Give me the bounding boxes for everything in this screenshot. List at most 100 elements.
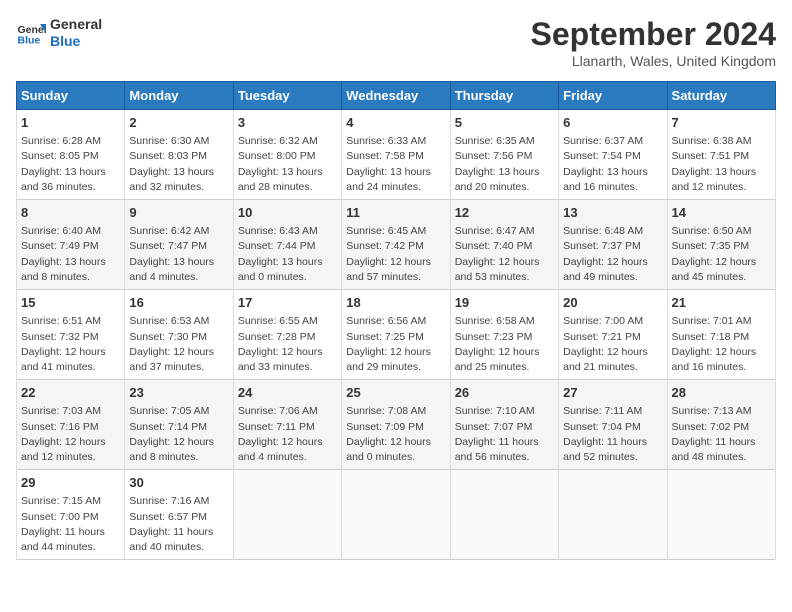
week-row-5: 29 Sunrise: 7:15 AMSunset: 7:00 PMDayligh…: [17, 470, 776, 560]
day-number: 15: [21, 294, 120, 312]
logo-line2: Blue: [50, 33, 102, 50]
day-info: Sunrise: 6:51 AMSunset: 7:32 PMDaylight:…: [21, 314, 120, 375]
logo-line1: General: [50, 16, 102, 33]
day-cell: [342, 470, 450, 560]
page-header: General Blue General Blue September 2024…: [16, 16, 776, 69]
day-cell: 12 Sunrise: 6:47 AMSunset: 7:40 PMDayligh…: [450, 200, 558, 290]
day-cell: 9 Sunrise: 6:42 AMSunset: 7:47 PMDaylight…: [125, 200, 233, 290]
day-cell: [233, 470, 341, 560]
day-info: Sunrise: 7:11 AMSunset: 7:04 PMDaylight:…: [563, 404, 662, 465]
header-tuesday: Tuesday: [233, 82, 341, 110]
header-friday: Friday: [559, 82, 667, 110]
day-info: Sunrise: 6:32 AMSunset: 8:00 PMDaylight:…: [238, 134, 337, 195]
day-cell: 23 Sunrise: 7:05 AMSunset: 7:14 PMDayligh…: [125, 380, 233, 470]
day-cell: 27 Sunrise: 7:11 AMSunset: 7:04 PMDayligh…: [559, 380, 667, 470]
day-cell: 28 Sunrise: 7:13 AMSunset: 7:02 PMDayligh…: [667, 380, 775, 470]
day-number: 6: [563, 114, 662, 132]
week-row-4: 22 Sunrise: 7:03 AMSunset: 7:16 PMDayligh…: [17, 380, 776, 470]
day-number: 17: [238, 294, 337, 312]
day-info: Sunrise: 7:15 AMSunset: 7:00 PMDaylight:…: [21, 494, 120, 555]
day-cell: [667, 470, 775, 560]
day-cell: 1Sunrise: 6:28 AMSunset: 8:05 PMDaylight…: [17, 110, 125, 200]
day-number: 10: [238, 204, 337, 222]
day-info: Sunrise: 6:47 AMSunset: 7:40 PMDaylight:…: [455, 224, 554, 285]
day-info: Sunrise: 7:03 AMSunset: 7:16 PMDaylight:…: [21, 404, 120, 465]
day-info: Sunrise: 6:30 AMSunset: 8:03 PMDaylight:…: [129, 134, 228, 195]
header-row: SundayMondayTuesdayWednesdayThursdayFrid…: [17, 82, 776, 110]
day-cell: 3 Sunrise: 6:32 AMSunset: 8:00 PMDaylight…: [233, 110, 341, 200]
day-number: 18: [346, 294, 445, 312]
day-cell: 16Sunrise: 6:53 AMSunset: 7:30 PMDayligh…: [125, 290, 233, 380]
calendar-table: SundayMondayTuesdayWednesdayThursdayFrid…: [16, 81, 776, 560]
day-cell: 30 Sunrise: 7:16 AMSunset: 6:57 PMDayligh…: [125, 470, 233, 560]
day-number: 24: [238, 384, 337, 402]
day-number: 8: [21, 204, 120, 222]
day-number: 29: [21, 474, 120, 492]
day-cell: 21Sunrise: 7:01 AMSunset: 7:18 PMDayligh…: [667, 290, 775, 380]
day-cell: 24Sunrise: 7:06 AMSunset: 7:11 PMDayligh…: [233, 380, 341, 470]
day-cell: 14 Sunrise: 6:50 AMSunset: 7:35 PMDayligh…: [667, 200, 775, 290]
day-number: 23: [129, 384, 228, 402]
day-number: 22: [21, 384, 120, 402]
day-number: 7: [672, 114, 771, 132]
day-number: 9: [129, 204, 228, 222]
week-row-3: 15 Sunrise: 6:51 AMSunset: 7:32 PMDayligh…: [17, 290, 776, 380]
header-sunday: Sunday: [17, 82, 125, 110]
day-cell: 7Sunrise: 6:38 AMSunset: 7:51 PMDaylight…: [667, 110, 775, 200]
day-number: 30: [129, 474, 228, 492]
logo-icon: General Blue: [16, 18, 46, 48]
day-number: 28: [672, 384, 771, 402]
day-number: 3: [238, 114, 337, 132]
day-cell: 5 Sunrise: 6:35 AMSunset: 7:56 PMDaylight…: [450, 110, 558, 200]
logo: General Blue General Blue: [16, 16, 102, 50]
day-info: Sunrise: 6:50 AMSunset: 7:35 PMDaylight:…: [672, 224, 771, 285]
header-monday: Monday: [125, 82, 233, 110]
day-cell: 25Sunrise: 7:08 AMSunset: 7:09 PMDayligh…: [342, 380, 450, 470]
day-info: Sunrise: 6:40 AMSunset: 7:49 PMDaylight:…: [21, 224, 120, 285]
day-cell: 13 Sunrise: 6:48 AMSunset: 7:37 PMDayligh…: [559, 200, 667, 290]
day-info: Sunrise: 7:08 AMSunset: 7:09 PMDaylight:…: [346, 404, 445, 465]
day-info: Sunrise: 6:42 AMSunset: 7:47 PMDaylight:…: [129, 224, 228, 285]
day-info: Sunrise: 6:48 AMSunset: 7:37 PMDaylight:…: [563, 224, 662, 285]
day-number: 20: [563, 294, 662, 312]
day-number: 27: [563, 384, 662, 402]
week-row-2: 8 Sunrise: 6:40 AMSunset: 7:49 PMDaylight…: [17, 200, 776, 290]
day-cell: [450, 470, 558, 560]
day-cell: 15 Sunrise: 6:51 AMSunset: 7:32 PMDayligh…: [17, 290, 125, 380]
day-number: 11: [346, 204, 445, 222]
day-cell: 29 Sunrise: 7:15 AMSunset: 7:00 PMDayligh…: [17, 470, 125, 560]
day-info: Sunrise: 7:13 AMSunset: 7:02 PMDaylight:…: [672, 404, 771, 465]
day-info: Sunrise: 6:56 AMSunset: 7:25 PMDaylight:…: [346, 314, 445, 375]
day-info: Sunrise: 6:53 AMSunset: 7:30 PMDaylight:…: [129, 314, 228, 375]
header-wednesday: Wednesday: [342, 82, 450, 110]
day-number: 5: [455, 114, 554, 132]
day-number: 12: [455, 204, 554, 222]
day-info: Sunrise: 6:55 AMSunset: 7:28 PMDaylight:…: [238, 314, 337, 375]
day-cell: 10 Sunrise: 6:43 AMSunset: 7:44 PMDayligh…: [233, 200, 341, 290]
day-cell: 22 Sunrise: 7:03 AMSunset: 7:16 PMDayligh…: [17, 380, 125, 470]
day-number: 4: [346, 114, 445, 132]
svg-text:Blue: Blue: [18, 34, 41, 46]
day-info: Sunrise: 6:58 AMSunset: 7:23 PMDaylight:…: [455, 314, 554, 375]
day-cell: 18 Sunrise: 6:56 AMSunset: 7:25 PMDayligh…: [342, 290, 450, 380]
day-cell: 4 Sunrise: 6:33 AMSunset: 7:58 PMDaylight…: [342, 110, 450, 200]
day-info: Sunrise: 7:10 AMSunset: 7:07 PMDaylight:…: [455, 404, 554, 465]
day-info: Sunrise: 6:45 AMSunset: 7:42 PMDaylight:…: [346, 224, 445, 285]
day-cell: 11 Sunrise: 6:45 AMSunset: 7:42 PMDayligh…: [342, 200, 450, 290]
day-number: 14: [672, 204, 771, 222]
day-cell: 8 Sunrise: 6:40 AMSunset: 7:49 PMDaylight…: [17, 200, 125, 290]
day-info: Sunrise: 7:16 AMSunset: 6:57 PMDaylight:…: [129, 494, 228, 555]
day-info: Sunrise: 7:00 AMSunset: 7:21 PMDaylight:…: [563, 314, 662, 375]
day-info: Sunrise: 7:05 AMSunset: 7:14 PMDaylight:…: [129, 404, 228, 465]
day-number: 26: [455, 384, 554, 402]
day-number: 13: [563, 204, 662, 222]
day-cell: [559, 470, 667, 560]
day-info: Sunrise: 6:33 AMSunset: 7:58 PMDaylight:…: [346, 134, 445, 195]
location: Llanarth, Wales, United Kingdom: [531, 53, 776, 69]
day-info: Sunrise: 6:43 AMSunset: 7:44 PMDaylight:…: [238, 224, 337, 285]
day-info: Sunrise: 6:35 AMSunset: 7:56 PMDaylight:…: [455, 134, 554, 195]
day-info: Sunrise: 7:01 AMSunset: 7:18 PMDaylight:…: [672, 314, 771, 375]
day-cell: 6Sunrise: 6:37 AMSunset: 7:54 PMDaylight…: [559, 110, 667, 200]
title-block: September 2024 Llanarth, Wales, United K…: [531, 16, 776, 69]
day-number: 19: [455, 294, 554, 312]
